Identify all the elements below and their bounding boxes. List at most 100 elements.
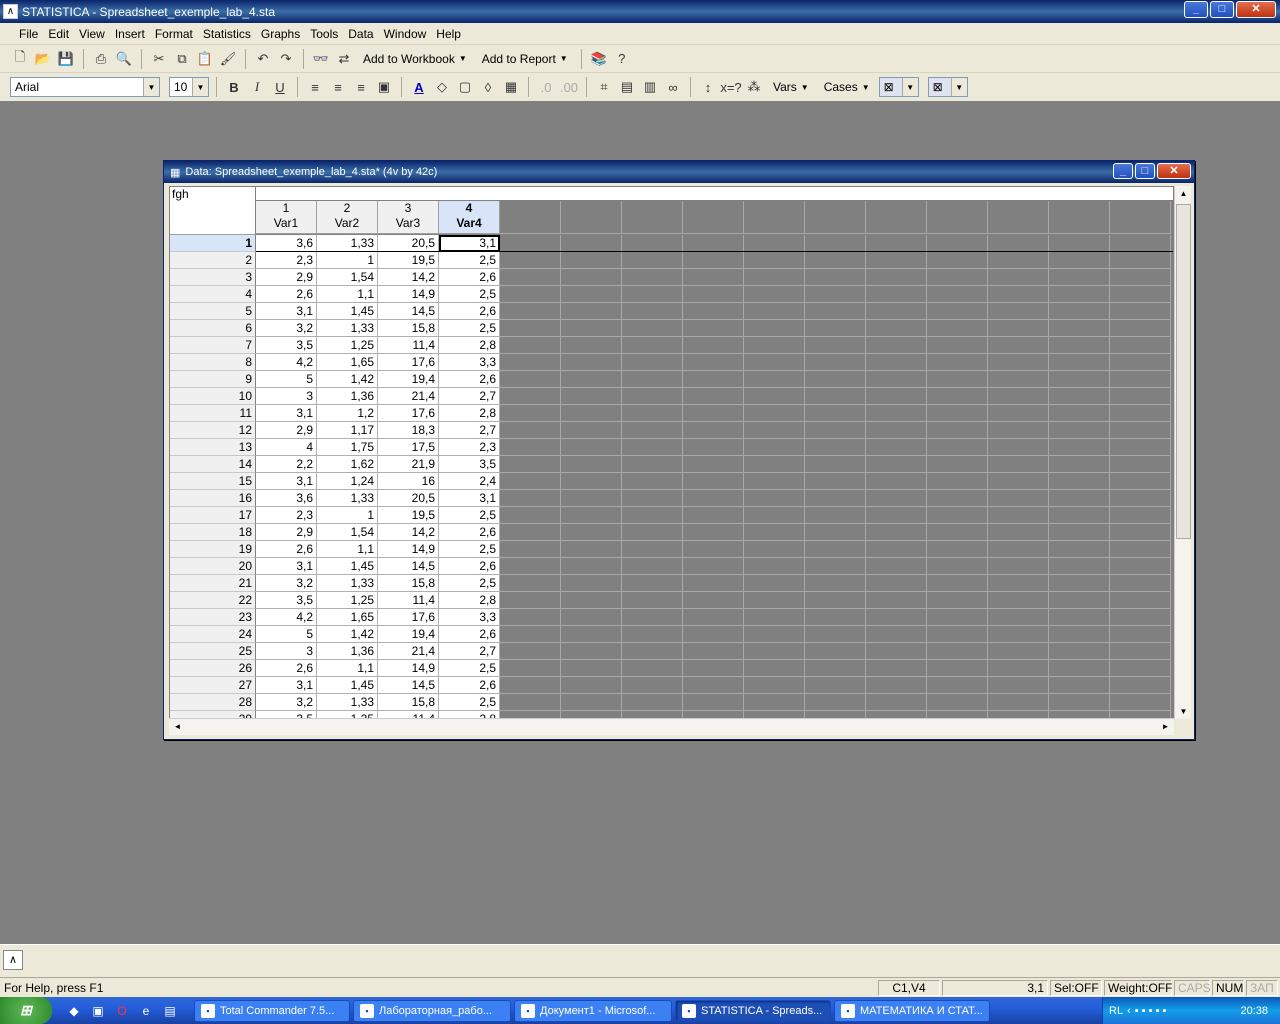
table-cell[interactable]: 2,5 xyxy=(439,575,500,592)
table-cell[interactable]: 1,42 xyxy=(317,626,378,643)
table-cell[interactable]: 17,6 xyxy=(378,354,439,371)
bold-button[interactable]: B xyxy=(224,77,244,97)
table-cell[interactable]: 14,5 xyxy=(378,303,439,320)
row-header[interactable]: 28 xyxy=(170,694,256,711)
taskbar-button[interactable]: ▪ Лабораторная_рабо... xyxy=(353,999,511,1022)
row-header[interactable]: 14 xyxy=(170,456,256,473)
paste-icon[interactable]: 📋 xyxy=(195,49,215,69)
fill-color-icon[interactable]: ◇ xyxy=(432,77,452,97)
table-cell[interactable]: 14,9 xyxy=(378,286,439,303)
menu-help[interactable]: Help xyxy=(431,27,466,41)
row-header[interactable]: 24 xyxy=(170,626,256,643)
table-cell[interactable]: 2,3 xyxy=(256,507,317,524)
table-cell[interactable]: 3,6 xyxy=(256,235,317,252)
print-icon[interactable]: ⎙ xyxy=(91,49,111,69)
row-header[interactable]: 10 xyxy=(170,388,256,405)
scroll-thumb[interactable] xyxy=(1176,204,1191,539)
font-size-select[interactable]: 10 ▼ xyxy=(169,77,209,97)
table-cell[interactable]: 1,1 xyxy=(317,286,378,303)
language-indicator[interactable]: RL xyxy=(1109,1005,1123,1017)
table-cell[interactable]: 1,45 xyxy=(317,303,378,320)
row-header[interactable]: 7 xyxy=(170,337,256,354)
menu-view[interactable]: View xyxy=(74,27,110,41)
row-header[interactable]: 19 xyxy=(170,541,256,558)
table-cell[interactable]: 1,62 xyxy=(317,456,378,473)
table-cell[interactable]: 2,3 xyxy=(256,252,317,269)
table-cell[interactable]: 19,5 xyxy=(378,507,439,524)
table-cell[interactable]: 2,7 xyxy=(439,643,500,660)
table-cell[interactable]: 15,8 xyxy=(378,575,439,592)
table-cell[interactable]: 2,9 xyxy=(256,269,317,286)
table-cell[interactable]: 4,2 xyxy=(256,609,317,626)
row-header[interactable]: 1 xyxy=(170,235,256,252)
table-cell[interactable]: 3,2 xyxy=(256,320,317,337)
table-cell[interactable]: 2,5 xyxy=(439,541,500,558)
table-cell[interactable]: 1,1 xyxy=(317,541,378,558)
shuffle-icon[interactable]: ⁂ xyxy=(744,77,764,97)
table-cell[interactable]: 2,5 xyxy=(439,694,500,711)
table-cell[interactable]: 3,3 xyxy=(439,609,500,626)
menu-insert[interactable]: Insert xyxy=(110,27,150,41)
opera-icon[interactable]: O xyxy=(112,1001,132,1021)
weight-pattern-select[interactable]: ⊠ ▼ xyxy=(927,77,968,97)
table-cell[interactable]: 1,42 xyxy=(317,371,378,388)
table-cell[interactable]: 4 xyxy=(256,439,317,456)
table-cell[interactable]: 2,6 xyxy=(439,269,500,286)
taskbar-button[interactable]: ▪ STATISTICA - Spreads... xyxy=(675,999,831,1022)
statistica-icon[interactable]: ∧ xyxy=(3,950,23,970)
row-header[interactable]: 9 xyxy=(170,371,256,388)
vertical-scrollbar[interactable]: ▲ ▼ xyxy=(1174,186,1191,719)
table-cell[interactable]: 20,5 xyxy=(378,235,439,252)
close-button[interactable]: ✕ xyxy=(1236,1,1276,18)
table-cell[interactable]: 19,4 xyxy=(378,371,439,388)
align-left-icon[interactable]: ≡ xyxy=(305,77,325,97)
replace-icon[interactable]: ⇄ xyxy=(334,49,354,69)
table-cell[interactable]: 2,6 xyxy=(439,558,500,575)
open-icon[interactable]: 📂 xyxy=(33,49,53,69)
menu-statistics[interactable]: Statistics xyxy=(198,27,256,41)
row-header[interactable]: 13 xyxy=(170,439,256,456)
table-cell[interactable]: 2,6 xyxy=(256,541,317,558)
table-cell[interactable]: 2,5 xyxy=(439,252,500,269)
tray-icons[interactable]: ▪ ▪ ▪ ▪ ▪ xyxy=(1135,1005,1167,1017)
table-cell[interactable]: 2,6 xyxy=(439,524,500,541)
table-cell[interactable]: 19,5 xyxy=(378,252,439,269)
row-header[interactable]: 27 xyxy=(170,677,256,694)
table-cell[interactable]: 14,2 xyxy=(378,269,439,286)
table-cell[interactable]: 1,17 xyxy=(317,422,378,439)
table-cell[interactable]: 3,1 xyxy=(439,490,500,507)
table-edit-icon[interactable]: ▥ xyxy=(640,77,660,97)
table-cell[interactable]: 2,8 xyxy=(439,405,500,422)
table-cell[interactable]: 5 xyxy=(256,371,317,388)
table-cell[interactable]: 3,1 xyxy=(439,235,500,252)
new-icon[interactable]: 🗋 xyxy=(10,49,30,69)
table-cell[interactable]: 3,6 xyxy=(256,490,317,507)
spreadsheet-grid[interactable]: fgh 1 Var1 2 Var2 3 Var3 4 Var4 1 3,6 1,33 20,5 3,1 2 2… xyxy=(169,186,1174,719)
table-cell[interactable]: 1 xyxy=(317,252,378,269)
align-center-icon[interactable]: ≡ xyxy=(328,77,348,97)
undo-icon[interactable]: ↶ xyxy=(253,49,273,69)
table-cell[interactable]: 17,6 xyxy=(378,609,439,626)
menu-format[interactable]: Format xyxy=(150,27,198,41)
table-cell[interactable]: 1,36 xyxy=(317,388,378,405)
variables-specs-icon[interactable]: ⌗ xyxy=(594,77,614,97)
table-cell[interactable]: 5 xyxy=(256,626,317,643)
doc-maximize-button[interactable]: □ xyxy=(1135,163,1155,179)
table-cell[interactable]: 1,25 xyxy=(317,592,378,609)
table-cell[interactable]: 1,24 xyxy=(317,473,378,490)
table-cell[interactable]: 1,65 xyxy=(317,609,378,626)
table-cell[interactable]: 20,5 xyxy=(378,490,439,507)
table-cell[interactable]: 2,3 xyxy=(439,439,500,456)
row-header[interactable]: 15 xyxy=(170,473,256,490)
books-icon[interactable]: 📚 xyxy=(589,49,609,69)
table-cell[interactable]: 21,4 xyxy=(378,388,439,405)
minimize-button[interactable]: _ xyxy=(1184,1,1208,18)
table-cell[interactable]: 3,1 xyxy=(256,558,317,575)
menu-data[interactable]: Data xyxy=(343,27,378,41)
table-cell[interactable]: 1,36 xyxy=(317,643,378,660)
redo-icon[interactable]: ↷ xyxy=(276,49,296,69)
table-cell[interactable]: 2,7 xyxy=(439,422,500,439)
maximize-button[interactable]: □ xyxy=(1210,1,1234,18)
row-header[interactable]: 22 xyxy=(170,592,256,609)
column-header-var2[interactable]: 2 Var2 xyxy=(317,201,378,234)
